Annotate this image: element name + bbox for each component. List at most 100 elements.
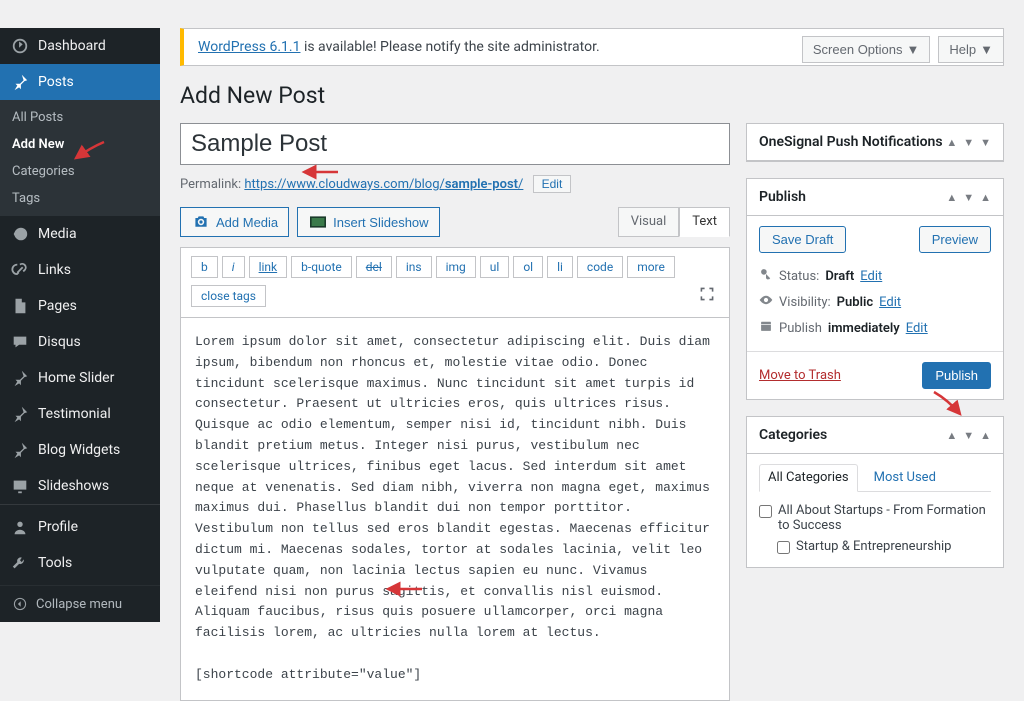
notice-text: is available! Please notify the site adm…	[300, 39, 599, 55]
edit-visibility-link[interactable]: Edit	[879, 295, 901, 310]
sidebar-item-posts[interactable]: Posts	[0, 64, 160, 100]
tools-label: Tools	[38, 555, 72, 571]
qt-link[interactable]: link	[249, 256, 288, 278]
tab-most-used[interactable]: Most Used	[870, 464, 940, 491]
schedule-row: Publish immediately Edit	[759, 315, 991, 341]
toggle-icon[interactable]: ▲	[980, 429, 991, 442]
add-media-button[interactable]: Add Media	[180, 207, 289, 237]
collapse-menu[interactable]: Collapse menu	[0, 585, 160, 622]
quicktags-toolbar: b i link b-quote del ins img ul ol li co…	[181, 248, 729, 318]
category-checkbox[interactable]	[777, 541, 790, 554]
fullscreen-button[interactable]	[695, 282, 719, 309]
home-slider-label: Home Slider	[38, 370, 114, 386]
publish-button[interactable]: Publish	[922, 362, 991, 389]
sidebar-item-links[interactable]: Links	[0, 252, 160, 288]
move-down-icon[interactable]: ▼	[963, 136, 974, 149]
categories-title: Categories	[759, 427, 827, 443]
help-button[interactable]: Help ▼	[938, 36, 1004, 63]
permalink-edit-button[interactable]: Edit	[533, 175, 572, 193]
category-list[interactable]: All About Startups - From Formation to S…	[759, 500, 991, 557]
visibility-row: Visibility: Public Edit	[759, 289, 991, 315]
category-label: Startup & Entrepreneurship	[796, 539, 951, 554]
sidebar-item-media[interactable]: Media	[0, 216, 160, 252]
slideshow-label: Insert Slideshow	[333, 215, 428, 230]
category-checkbox[interactable]	[759, 505, 772, 518]
qt-del[interactable]: del	[356, 256, 392, 278]
eye-icon	[759, 293, 773, 311]
comment-icon	[10, 332, 30, 352]
save-draft-button[interactable]: Save Draft	[759, 226, 846, 253]
posts-label: Posts	[38, 74, 74, 90]
sidebar-item-dashboard[interactable]: Dashboard	[0, 28, 160, 64]
admin-sidebar: Dashboard Posts All Posts Add New Catego…	[0, 28, 160, 622]
onesignal-title: OneSignal Push Notifications	[759, 134, 943, 150]
sidebar-item-home-slider[interactable]: Home Slider	[0, 360, 160, 396]
move-down-icon[interactable]: ▼	[963, 191, 974, 204]
wordpress-version-link[interactable]: WordPress 6.1.1	[198, 39, 300, 55]
links-label: Links	[38, 262, 71, 278]
media-icon	[10, 224, 30, 244]
permalink-row: Permalink: https://www.cloudways.com/blo…	[180, 175, 730, 193]
move-up-icon[interactable]: ▲	[946, 191, 957, 204]
post-content-textarea[interactable]: Lorem ipsum dolor sit amet, consectetur …	[181, 318, 729, 700]
sidebar-sub-categories[interactable]: Categories	[0, 158, 160, 185]
category-label: All About Startups - From Formation to S…	[778, 503, 991, 533]
qt-bold[interactable]: b	[191, 256, 218, 278]
qt-code[interactable]: code	[577, 256, 623, 278]
toggle-icon[interactable]: ▼	[980, 136, 991, 149]
collapse-icon	[10, 594, 30, 614]
screen-options-label: Screen Options	[813, 42, 903, 57]
qt-blockquote[interactable]: b-quote	[291, 256, 352, 278]
qt-ul[interactable]: ul	[480, 256, 510, 278]
preview-button[interactable]: Preview	[919, 226, 991, 253]
toggle-icon[interactable]: ▲	[980, 191, 991, 204]
tab-text[interactable]: Text	[679, 207, 730, 237]
editor-container: b i link b-quote del ins img ul ol li co…	[180, 247, 730, 701]
sidebar-sub-tags[interactable]: Tags	[0, 185, 160, 212]
permalink-label: Permalink	[180, 177, 238, 192]
category-item[interactable]: Startup & Entrepreneurship	[759, 536, 991, 557]
screen-options-button[interactable]: Screen Options ▼	[802, 36, 930, 63]
publish-box: Publish▲▼▲ Save Draft Preview Status: Dr…	[746, 178, 1004, 400]
tab-visual[interactable]: Visual	[618, 207, 680, 237]
qt-ins[interactable]: ins	[396, 256, 432, 278]
qt-italic[interactable]: i	[222, 256, 245, 278]
posts-submenu: All Posts Add New Categories Tags	[0, 100, 160, 216]
disqus-label: Disqus	[38, 334, 81, 350]
sidebar-item-tools[interactable]: Tools	[0, 545, 160, 581]
qt-ol[interactable]: ol	[513, 256, 543, 278]
qt-img[interactable]: img	[436, 256, 476, 278]
wrench-icon	[10, 553, 30, 573]
tab-all-categories[interactable]: All Categories	[759, 464, 858, 492]
key-icon	[759, 267, 773, 285]
page-icon	[10, 296, 30, 316]
pin-icon	[10, 404, 30, 424]
qt-more[interactable]: more	[627, 256, 675, 278]
edit-schedule-link[interactable]: Edit	[906, 321, 928, 336]
sidebar-sub-all-posts[interactable]: All Posts	[0, 104, 160, 131]
edit-status-link[interactable]: Edit	[860, 269, 882, 284]
publish-title: Publish	[759, 189, 806, 205]
sidebar-item-slideshows[interactable]: Slideshows	[0, 468, 160, 504]
category-item[interactable]: All About Startups - From Formation to S…	[759, 500, 991, 536]
move-down-icon[interactable]: ▼	[963, 429, 974, 442]
sidebar-item-blog-widgets[interactable]: Blog Widgets	[0, 432, 160, 468]
qt-li[interactable]: li	[547, 256, 573, 278]
onesignal-box: OneSignal Push Notifications▲ ▼ ▼	[746, 123, 1004, 162]
sidebar-item-profile[interactable]: Profile	[0, 509, 160, 545]
qt-close-tags[interactable]: close tags	[191, 285, 266, 307]
sidebar-item-disqus[interactable]: Disqus	[0, 324, 160, 360]
dashboard-icon	[10, 36, 30, 56]
sidebar-sub-add-new[interactable]: Add New	[0, 131, 160, 158]
slideshows-label: Slideshows	[38, 478, 109, 494]
sidebar-item-testimonial[interactable]: Testimonial	[0, 396, 160, 432]
permalink-url[interactable]: https://www.cloudways.com/blog/sample-po…	[244, 177, 523, 192]
move-up-icon[interactable]: ▲	[946, 136, 957, 149]
dashboard-label: Dashboard	[38, 38, 106, 54]
move-up-icon[interactable]: ▲	[946, 429, 957, 442]
help-label: Help	[949, 42, 976, 57]
post-title-input[interactable]	[180, 123, 730, 165]
insert-slideshow-button[interactable]: Insert Slideshow	[297, 207, 439, 237]
sidebar-item-pages[interactable]: Pages	[0, 288, 160, 324]
move-to-trash-link[interactable]: Move to Trash	[759, 368, 841, 383]
